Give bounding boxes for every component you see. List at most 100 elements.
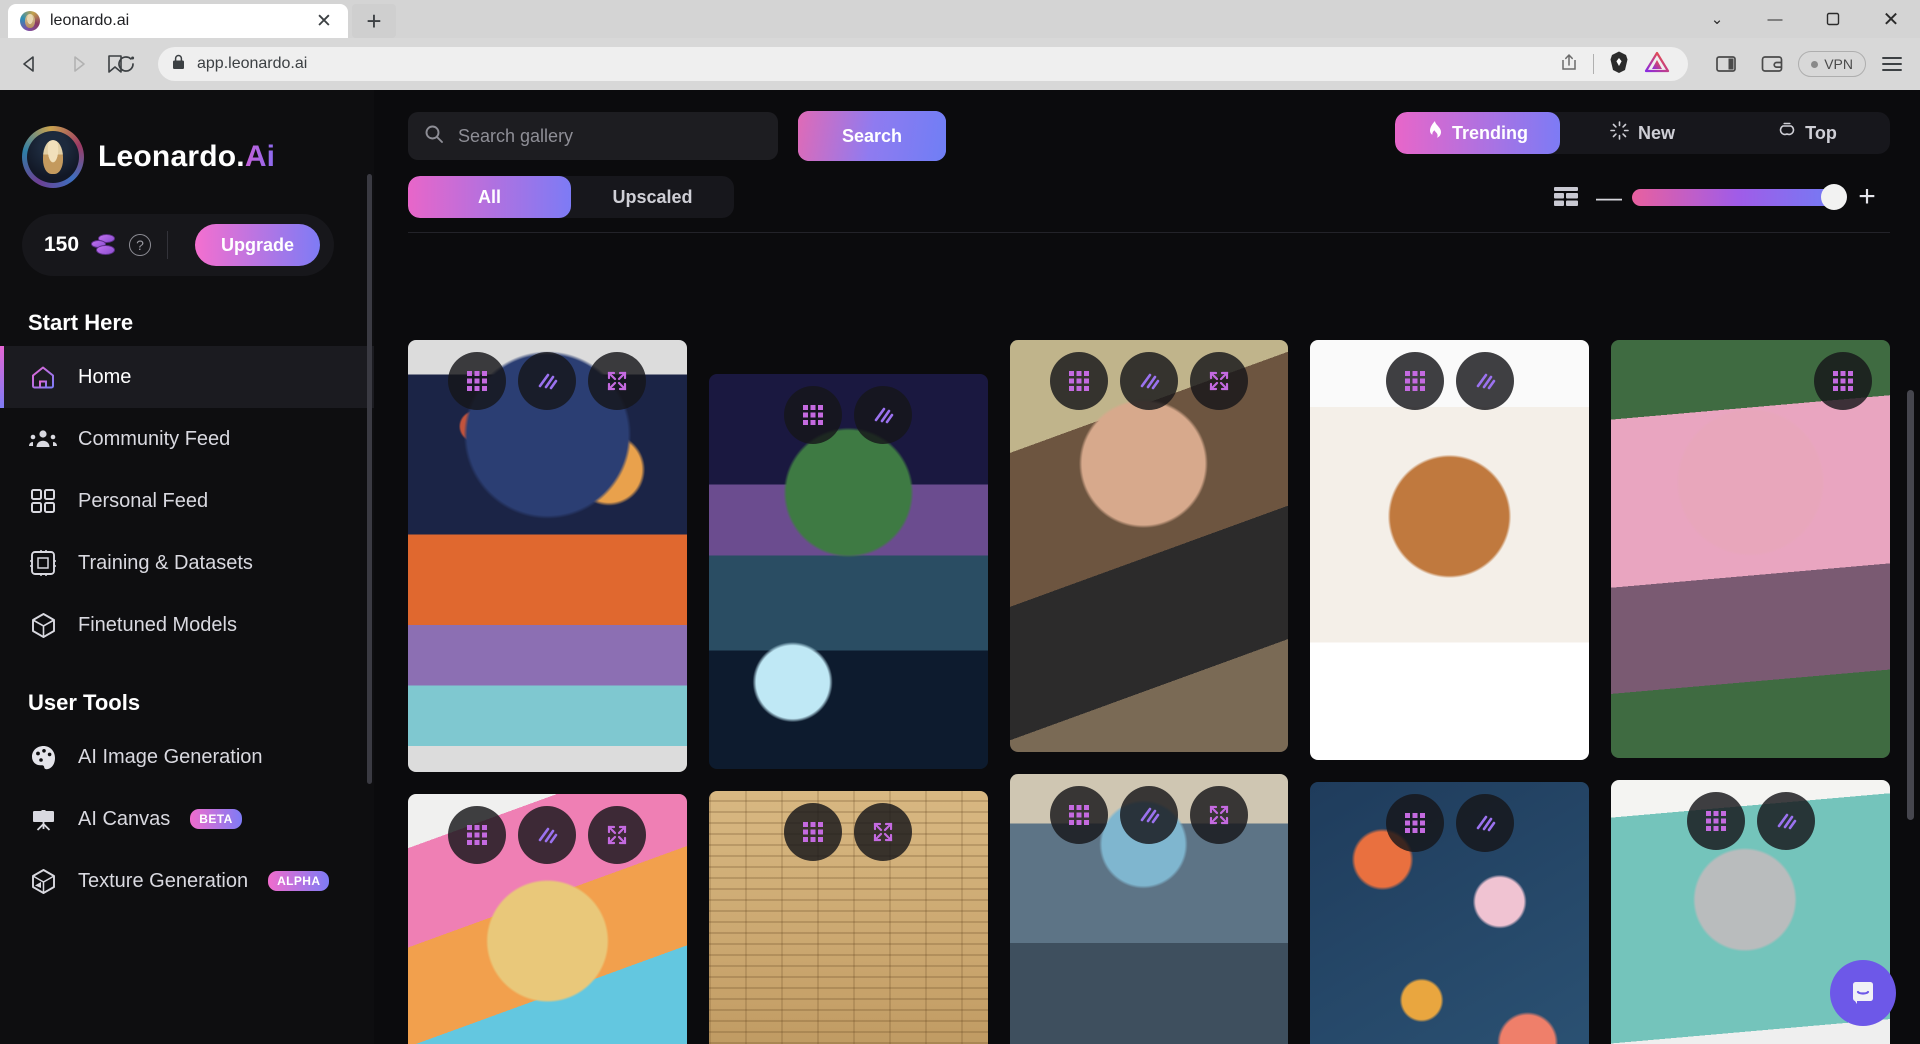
sidebar-item-label: AI Canvas	[78, 807, 171, 830]
search-input[interactable]: Search gallery	[408, 112, 778, 160]
sort-tab-label: Trending	[1452, 122, 1528, 143]
upscale-icon[interactable]	[448, 806, 507, 864]
card-actions	[1611, 792, 1890, 850]
variations-icon[interactable]	[1119, 786, 1178, 844]
zoom-slider[interactable]	[1632, 184, 1847, 210]
upscale-icon[interactable]	[1385, 352, 1444, 410]
divider	[408, 232, 1890, 233]
gallery-scrollbar[interactable]	[1907, 390, 1914, 820]
image-gallery	[374, 304, 1920, 1044]
gallery-column	[1611, 340, 1890, 1044]
upscale-icon[interactable]	[784, 803, 843, 861]
panel-icon[interactable]	[1706, 44, 1746, 84]
question-mark-icon[interactable]: ?	[129, 234, 152, 256]
home-icon	[28, 362, 58, 392]
hamburger-menu-icon[interactable]	[1872, 44, 1912, 84]
sidebar-item-label: AI Image Generation	[78, 745, 263, 768]
bookmark-icon[interactable]	[106, 54, 124, 74]
gallery-card[interactable]	[408, 340, 687, 772]
divider	[167, 231, 169, 259]
sidebar-item-home[interactable]: Home	[0, 346, 374, 408]
sidebar-item-training-datasets[interactable]: Training & Datasets	[0, 532, 374, 594]
sidebar-item-community-feed[interactable]: Community Feed	[0, 408, 374, 470]
sidebar-scrollbar[interactable]	[367, 174, 372, 784]
leonardo-logo-icon	[22, 126, 84, 188]
share-icon[interactable]	[1559, 52, 1579, 77]
upscale-icon[interactable]	[1385, 794, 1444, 852]
sidebar-item-finetuned-models[interactable]: Finetuned Models	[0, 594, 374, 656]
fullscreen-icon[interactable]	[854, 803, 913, 861]
coin-stack-icon	[91, 234, 117, 256]
grid-density-icon[interactable]	[1546, 180, 1586, 214]
upscale-icon[interactable]	[784, 386, 843, 444]
sidebar-item-ai-canvas[interactable]: AI Canvas BETA	[0, 788, 374, 850]
upscale-icon[interactable]	[448, 352, 507, 410]
address-bar-actions	[1559, 50, 1674, 79]
maximize-button[interactable]	[1804, 0, 1862, 38]
sidebar-item-texture-generation[interactable]: Texture Generation ALPHA	[0, 850, 374, 912]
intercom-chat-icon[interactable]	[1830, 960, 1896, 1026]
forward-icon[interactable]	[56, 42, 100, 86]
vpn-label: VPN	[1824, 56, 1853, 72]
gallery-column	[408, 340, 687, 1044]
variations-icon[interactable]	[1119, 352, 1178, 410]
sidebar-item-ai-image-generation[interactable]: AI Image Generation	[0, 726, 374, 788]
status-badge: ALPHA	[268, 871, 330, 891]
sidebar-item-personal-feed[interactable]: Personal Feed	[0, 470, 374, 532]
card-actions	[1310, 794, 1589, 852]
tab-top[interactable]: Top	[1725, 112, 1890, 154]
fullscreen-icon[interactable]	[1189, 786, 1248, 844]
variations-icon[interactable]	[518, 806, 577, 864]
tab-strip: leonardo.ai ✕ + ⌄ — ✕	[0, 0, 1920, 38]
search-button[interactable]: Search	[798, 111, 946, 161]
back-icon[interactable]	[8, 42, 52, 86]
chevron-down-icon[interactable]: ⌄	[1688, 0, 1746, 38]
brave-triangle-icon[interactable]	[1644, 50, 1670, 79]
slider-knob[interactable]	[1821, 184, 1847, 210]
trophy-icon	[1778, 121, 1796, 145]
upgrade-button[interactable]: Upgrade	[194, 224, 320, 266]
gallery-card[interactable]	[708, 791, 988, 1044]
fullscreen-icon[interactable]	[588, 352, 647, 410]
variations-icon[interactable]	[1455, 794, 1514, 852]
gallery-card[interactable]	[1310, 782, 1590, 1044]
wallet-icon[interactable]	[1752, 44, 1792, 84]
gallery-card[interactable]	[1611, 340, 1890, 758]
gallery-column	[1310, 340, 1590, 1044]
minimize-button[interactable]: —	[1746, 0, 1804, 38]
new-tab-button[interactable]: +	[352, 4, 396, 38]
fullscreen-icon[interactable]	[588, 806, 647, 864]
close-icon[interactable]: ✕	[312, 9, 336, 33]
variations-icon[interactable]	[1455, 352, 1514, 410]
tab-upscaled[interactable]: Upscaled	[571, 176, 734, 218]
variations-icon[interactable]	[1756, 792, 1815, 850]
upscale-icon[interactable]	[1049, 786, 1108, 844]
fullscreen-icon[interactable]	[1189, 352, 1248, 410]
tab-all[interactable]: All	[408, 176, 571, 218]
browser-tab[interactable]: leonardo.ai ✕	[8, 4, 348, 38]
sidebar-item-label: Training & Datasets	[78, 551, 253, 574]
gallery-card[interactable]	[1009, 774, 1289, 1044]
grid-squares-icon	[28, 486, 58, 516]
brave-lion-icon[interactable]	[1608, 50, 1630, 79]
variations-icon[interactable]	[854, 386, 913, 444]
upscale-icon[interactable]	[1686, 792, 1745, 850]
gallery-card[interactable]	[1009, 340, 1289, 752]
zoom-out-button[interactable]: —	[1586, 180, 1632, 214]
window-close-button[interactable]: ✕	[1862, 0, 1920, 38]
zoom-in-button[interactable]: +	[1844, 180, 1890, 214]
window-controls: ⌄ — ✕	[1688, 0, 1920, 38]
tab-new[interactable]: New	[1560, 112, 1725, 154]
gallery-card[interactable]	[1310, 340, 1590, 760]
vpn-button[interactable]: VPN	[1798, 51, 1866, 77]
gallery-card[interactable]	[408, 794, 687, 1044]
address-bar[interactable]: app.leonardo.ai	[108, 47, 1689, 81]
brand-logo-row[interactable]: Leonardo.Ai	[0, 108, 374, 188]
variations-icon[interactable]	[518, 352, 577, 410]
upscale-icon[interactable]	[1813, 352, 1872, 410]
upscale-icon[interactable]	[1049, 352, 1108, 410]
filter-tabs: All Upscaled	[408, 176, 734, 218]
tab-trending[interactable]: Trending	[1395, 112, 1560, 154]
easel-icon	[28, 804, 58, 834]
gallery-card[interactable]	[708, 374, 988, 769]
